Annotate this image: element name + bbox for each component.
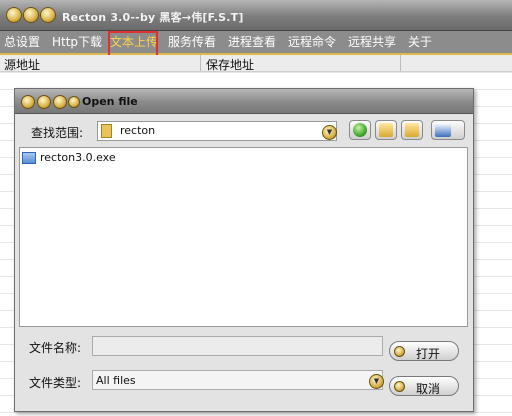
look-in-select[interactable]: recton ▼ xyxy=(97,121,337,141)
dialog-close-icon[interactable] xyxy=(21,95,35,109)
dialog-maximize-icon[interactable] xyxy=(53,95,67,109)
filename-field[interactable] xyxy=(92,336,383,356)
menu-settings[interactable]: 总设置 xyxy=(4,34,40,50)
filetype-label: 文件类型: xyxy=(29,376,82,390)
folder-icon xyxy=(101,124,112,138)
window-title: Recton 3.0--by 黑客→伟[F.S.T] xyxy=(62,11,244,24)
title-bar[interactable]: Recton 3.0--by 黑客→伟[F.S.T] xyxy=(0,0,512,31)
menu-service[interactable]: 服务传看 xyxy=(168,34,216,50)
column-save-path[interactable]: 保存地址 xyxy=(206,56,254,73)
menu-remote-command[interactable]: 远程命令 xyxy=(288,34,336,50)
menu-about[interactable]: 关于 xyxy=(408,34,432,50)
dialog-title: Open file xyxy=(82,95,138,108)
view-menu-icon xyxy=(435,123,451,137)
menu-bar: 总设置 Http下载 文本上传 服务传看 进程查看 远程命令 远程共享 关于 xyxy=(0,31,512,55)
up-folder-button[interactable] xyxy=(375,120,397,140)
dialog-title-bar[interactable]: Open file xyxy=(15,89,473,114)
open-button[interactable]: 打开 xyxy=(389,341,459,361)
column-source[interactable]: 源地址 xyxy=(4,56,40,73)
filetype-value: All files xyxy=(96,374,136,387)
filename-label: 文件名称: xyxy=(29,341,82,355)
look-in-value: recton xyxy=(120,124,156,137)
table-header: 源地址 保存地址 xyxy=(0,55,512,72)
view-menu-button[interactable] xyxy=(431,120,465,140)
back-arrow-icon xyxy=(353,123,367,137)
menu-remote-share[interactable]: 远程共享 xyxy=(348,34,396,50)
filetype-select[interactable]: All files ▼ xyxy=(92,370,384,390)
column-divider[interactable] xyxy=(400,55,401,71)
menu-http-download[interactable]: Http下载 xyxy=(52,34,102,50)
button-dot-icon xyxy=(394,381,405,392)
dialog-menu-icon[interactable] xyxy=(68,96,80,108)
new-folder-icon xyxy=(405,123,419,137)
maximize-icon[interactable] xyxy=(40,7,56,23)
close-icon[interactable] xyxy=(6,7,22,23)
cancel-button-label: 取消 xyxy=(416,382,441,396)
file-list[interactable]: recton3.0.exe xyxy=(19,147,468,327)
dropdown-arrow-icon[interactable]: ▼ xyxy=(369,374,384,389)
column-divider[interactable] xyxy=(200,55,201,71)
look-in-label: 查找范围: xyxy=(31,126,84,140)
open-button-label: 打开 xyxy=(416,347,441,361)
cancel-button[interactable]: 取消 xyxy=(389,376,459,396)
minimize-icon[interactable] xyxy=(23,7,39,23)
open-file-dialog: Open file 查找范围: recton ▼ recton3.0.exe 文… xyxy=(14,88,474,412)
up-folder-icon xyxy=(379,123,393,137)
dialog-minimize-icon[interactable] xyxy=(37,95,51,109)
exe-file-icon xyxy=(22,152,36,164)
button-dot-icon xyxy=(394,346,405,357)
new-folder-button[interactable] xyxy=(401,120,423,140)
file-name: recton3.0.exe xyxy=(40,151,116,164)
dropdown-arrow-icon[interactable]: ▼ xyxy=(322,125,337,140)
back-button[interactable] xyxy=(349,120,371,140)
menu-process[interactable]: 进程查看 xyxy=(228,34,276,50)
